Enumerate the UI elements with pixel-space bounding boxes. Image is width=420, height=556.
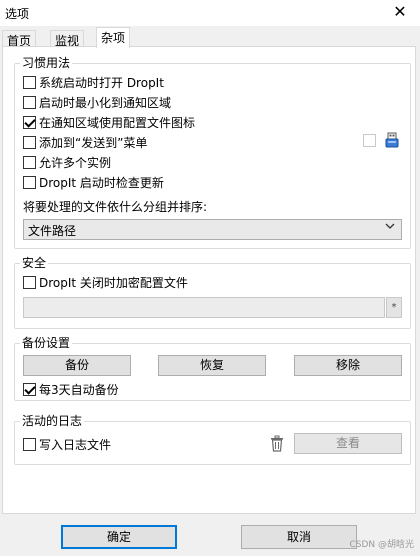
checkbox[interactable] <box>23 95 36 109</box>
chevron-down-icon <box>385 221 395 234</box>
checkbox[interactable] <box>23 175 36 189</box>
checkbox[interactable] <box>23 275 36 289</box>
sort-label: 将要处理的文件依什么分组并排序: <box>23 200 208 214</box>
tab-monitor[interactable]: 监视 <box>50 30 85 48</box>
option-label: 允许多个实例 <box>39 155 112 170</box>
group-backup: 备份设置 备份 恢复 移除 每3天自动备份 <box>14 336 411 401</box>
option-start-with-system[interactable]: 系统启动时打开 DropIt <box>23 74 164 90</box>
sort-dropdown[interactable]: 文件路径 <box>23 219 402 240</box>
checkbox[interactable] <box>23 75 36 89</box>
tab-home[interactable]: 首页 <box>2 30 37 48</box>
option-label: DropIt 关闭时加密配置文件 <box>39 275 188 290</box>
option-send-to-menu[interactable]: 添加到“发送到”菜单 <box>23 134 147 150</box>
title-bar: 选项 ✕ <box>0 0 420 26</box>
send-to-checkbox-secondary[interactable] <box>363 134 376 147</box>
option-check-updates[interactable]: DropIt 启动时检查更新 <box>23 174 164 190</box>
group-security: 安全 DropIt 关闭时加密配置文件 * <box>14 256 411 329</box>
option-label: 在通知区域使用配置文件图标 <box>39 115 196 130</box>
cancel-button[interactable]: 取消 <box>241 525 357 549</box>
option-label: 写入日志文件 <box>39 437 112 452</box>
group-habits: 习惯用法 系统启动时打开 DropIt 启动时最小化到通知区域 在通知区域使用配… <box>14 56 411 249</box>
remove-button[interactable]: 移除 <box>294 355 402 376</box>
checkbox-checked[interactable] <box>23 382 36 396</box>
checkbox[interactable] <box>23 155 36 169</box>
tab-strip: 首页 监视 杂项 <box>0 27 420 48</box>
group-activity-log: 活动的日志 写入日志文件 查看 <box>14 414 411 465</box>
checkbox-checked[interactable] <box>23 115 36 129</box>
checkbox[interactable] <box>23 135 36 149</box>
group-log-legend: 活动的日志 <box>20 414 85 428</box>
restore-button[interactable]: 恢复 <box>158 355 266 376</box>
backup-button[interactable]: 备份 <box>23 355 131 376</box>
option-auto-backup[interactable]: 每3天自动备份 <box>23 381 119 397</box>
option-label: 启动时最小化到通知区域 <box>39 95 172 110</box>
close-button[interactable]: ✕ <box>390 2 410 22</box>
option-label: 系统启动时打开 DropIt <box>39 75 164 90</box>
option-label: 添加到“发送到”菜单 <box>39 135 148 150</box>
checkbox[interactable] <box>23 437 36 451</box>
usb-drive-icon <box>383 131 401 149</box>
option-encrypt-profiles[interactable]: DropIt 关闭时加密配置文件 <box>23 274 188 290</box>
watermark-text: CSDN @胡晗光 <box>349 540 414 550</box>
group-backup-legend: 备份设置 <box>20 336 73 350</box>
ok-button[interactable]: 确定 <box>61 525 177 549</box>
trash-icon[interactable] <box>269 435 285 453</box>
tab-misc[interactable]: 杂项 <box>96 27 131 48</box>
option-write-log[interactable]: 写入日志文件 <box>23 436 111 452</box>
password-input[interactable] <box>23 297 385 318</box>
view-log-button[interactable]: 查看 <box>294 433 402 454</box>
option-label: DropIt 启动时检查更新 <box>39 175 164 190</box>
sort-dropdown-value: 文件路径 <box>28 224 77 238</box>
option-tray-profile-icon[interactable]: 在通知区域使用配置文件图标 <box>23 114 195 130</box>
group-habits-legend: 习惯用法 <box>20 56 73 70</box>
option-start-minimized[interactable]: 启动时最小化到通知区域 <box>23 94 171 110</box>
option-label: 每3天自动备份 <box>39 382 119 397</box>
option-multiple-instances[interactable]: 允许多个实例 <box>23 154 111 170</box>
show-password-button[interactable]: * <box>386 297 402 318</box>
tab-panel-misc: 习惯用法 系统启动时打开 DropIt 启动时最小化到通知区域 在通知区域使用配… <box>2 46 416 514</box>
window-title: 选项 <box>5 7 30 21</box>
group-security-legend: 安全 <box>20 256 49 270</box>
